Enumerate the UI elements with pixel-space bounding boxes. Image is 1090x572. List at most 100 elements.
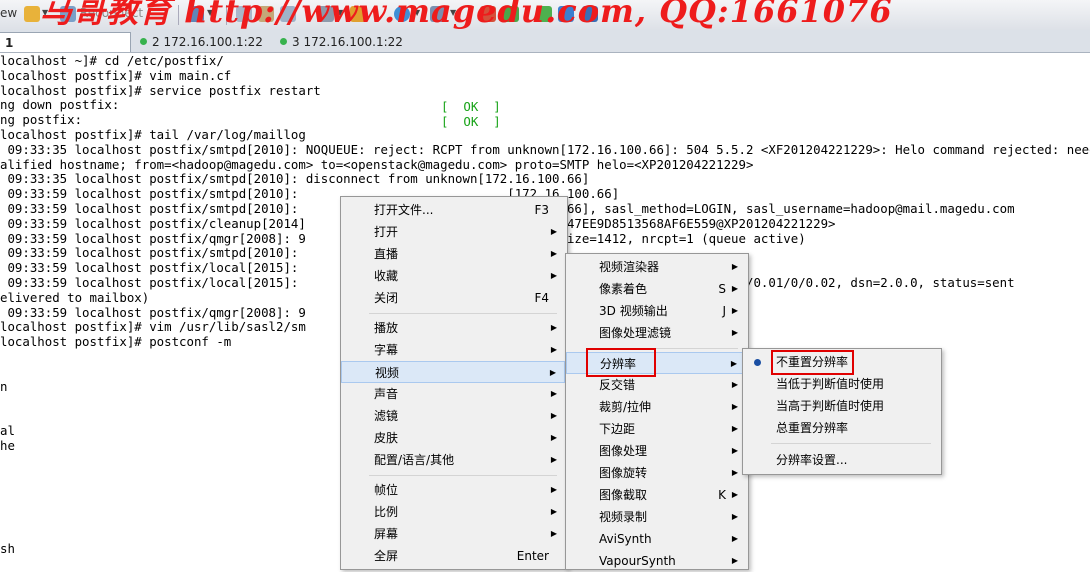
menu1-item[interactable]: 收藏 ▶ (341, 265, 565, 287)
toolbar-divider (226, 5, 227, 25)
menu-item-label: 视频录制 (599, 510, 648, 524)
menu-item-label: AviSynth (599, 532, 652, 546)
session-icon[interactable] (188, 6, 204, 22)
terminal-line: localhost postfix]# vim main.cf (0, 67, 232, 83)
menu-item-label: 比例 (374, 505, 399, 519)
menu2-item[interactable]: 裁剪/拉伸 ▶ (566, 396, 746, 418)
tab-session-3[interactable]: 3 172.16.100.1:22 (274, 32, 412, 52)
menu2-item[interactable]: 像素着色 S ▶ (566, 278, 746, 300)
submenu-arrow-icon: ▶ (731, 490, 738, 499)
shortcut-key: Enter (516, 549, 549, 563)
menu2-item[interactable]: 下边距 ▶ (566, 418, 746, 440)
submenu-arrow-icon: ▶ (731, 380, 738, 389)
menu1-item[interactable]: 声音 ▶ (341, 383, 565, 405)
menu1-item[interactable]: 视频 ▶ (341, 361, 565, 383)
sftp-icon[interactable] (503, 6, 519, 22)
menu1-item[interactable]: 全屏 Enter (341, 545, 565, 567)
submenu-arrow-icon: ▶ (550, 433, 557, 442)
chevron-down-icon[interactable]: ▼ (42, 8, 48, 17)
menu1-item[interactable]: 字幕 ▶ (341, 339, 565, 361)
help-icon[interactable] (582, 6, 598, 22)
menu2-item[interactable]: 视频渲染器 ▶ (566, 256, 746, 278)
shortcut-key: F4 (534, 291, 549, 305)
menu2-item[interactable]: VapourSynth ▶ (566, 550, 746, 572)
ok-status: [ OK ] (441, 114, 501, 129)
menu1-item[interactable]: 屏幕 ▶ (341, 523, 565, 545)
menu2-item[interactable]: 分辨率 ▶ (566, 352, 746, 374)
menu2-item[interactable]: AviSynth ▶ (566, 528, 746, 550)
chevron-down-icon[interactable]: ▼ (450, 8, 456, 17)
shortcut-key: J (722, 304, 726, 318)
tab-session-1[interactable]: 1 172.16.100.1:22× (0, 32, 137, 70)
terminal-line: alified hostname; from=<hadoop@magedu.co… (0, 156, 754, 172)
menu2-item[interactable]: 图像旋转 ▶ (566, 462, 746, 484)
menu-item-label: 图像截取 (599, 488, 648, 502)
menu1-item[interactable]: 直播 ▶ (341, 243, 565, 265)
globe-icon[interactable] (394, 6, 410, 22)
menu-separator (369, 475, 557, 476)
toolbar-divider (178, 5, 179, 25)
menu2-item[interactable]: 反交错 ▶ (566, 374, 746, 396)
menu1-item[interactable]: 滤镜 ▶ (341, 405, 565, 427)
menu3-item[interactable]: 当低于判断值时使用 (743, 373, 939, 395)
font-icon[interactable] (430, 6, 446, 22)
connect-icon[interactable] (60, 6, 76, 22)
menu3-item[interactable]: 分辨率设置... (743, 449, 939, 471)
submenu-arrow-icon: ▶ (550, 345, 557, 354)
menu1-item[interactable]: 比例 ▶ (341, 501, 565, 523)
submenu-arrow-icon: ▶ (550, 529, 557, 538)
menu-item-label: 配置/语言/其他 (374, 453, 455, 467)
terminal-line: 09:33:59 localhost postfix/smtpd[2010]: (0, 245, 299, 261)
menu2-item[interactable]: 图像处理 ▶ (566, 440, 746, 462)
menu2-item[interactable]: 图像截取 K ▶ (566, 484, 746, 506)
settings-icon[interactable] (350, 6, 366, 22)
menu-item-label: 皮肤 (374, 431, 399, 445)
menu-item-label: 收藏 (374, 269, 399, 283)
chevron-down-icon[interactable]: ▼ (337, 8, 343, 17)
menu-item-label: 视频渲染器 (599, 260, 660, 274)
transfer-icon[interactable] (480, 6, 496, 22)
menu2-item[interactable]: 视频录制 ▶ (566, 506, 746, 528)
menu3-item[interactable]: 不重置分辨率 (743, 351, 939, 373)
chevron-down-icon[interactable]: ▼ (372, 8, 378, 17)
menu1-item[interactable]: 帧位 ▶ (341, 479, 565, 501)
submenu-arrow-icon: ▶ (550, 485, 557, 494)
tab-label: 3 172.16.100.1:22 (292, 35, 403, 49)
submenu-arrow-icon: ▶ (550, 507, 557, 516)
menu-item-label: 字幕 (374, 343, 399, 357)
folder-icon[interactable] (24, 6, 40, 22)
chevron-down-icon[interactable]: ▼ (207, 8, 213, 17)
reconnect-button[interactable]: Reconnect (80, 6, 143, 20)
menu1-item[interactable]: 打开文件... F3 (341, 199, 565, 221)
menu1-item[interactable]: 打开 ▶ (341, 221, 565, 243)
menu1-item[interactable]: 播放 ▶ (341, 317, 565, 339)
tab-session-2[interactable]: 2 172.16.100.1:22 (134, 32, 272, 52)
script-icon[interactable] (558, 6, 574, 22)
menu2-item[interactable]: 图像处理滤镜 ▶ (566, 322, 746, 344)
menu3-item[interactable]: 总重置分辨率 (743, 417, 939, 439)
view-menu[interactable]: ew (0, 6, 17, 20)
menu-item-label: 图像旋转 (599, 466, 648, 480)
menu-item-label: 当低于判断值时使用 (776, 377, 885, 391)
menu-item-label: 帧位 (374, 483, 399, 497)
menu2-item[interactable]: 3D 视频输出 J ▶ (566, 300, 746, 322)
submenu-arrow-icon: ▶ (731, 424, 738, 433)
menu3-item[interactable]: 当高于判断值时使用 (743, 395, 939, 417)
chevron-down-icon[interactable]: ▼ (414, 8, 420, 17)
menu1-item[interactable]: 配置/语言/其他 ▶ (341, 449, 565, 471)
terminal-line: localhost postfix]# vim /usr/lib/sasl2/s… (0, 319, 306, 335)
menu-item-label: 不重置分辨率 (776, 355, 849, 369)
copy-icon[interactable] (236, 6, 252, 22)
tab-label: 2 172.16.100.1:22 (152, 35, 263, 49)
paste-icon[interactable] (258, 6, 274, 22)
find-icon[interactable] (280, 6, 296, 22)
terminal-line: ng down postfix: (0, 97, 120, 113)
grid-icon[interactable] (536, 6, 552, 22)
menu1-item[interactable]: 关闭 F4 (341, 287, 565, 309)
tab-bar: 1 172.16.100.1:22× 2 172.16.100.1:22 3 1… (0, 30, 1090, 70)
submenu-arrow-icon: ▶ (550, 249, 557, 258)
menu1-item[interactable]: 皮肤 ▶ (341, 427, 565, 449)
print-icon[interactable] (318, 6, 334, 22)
terminal-line: al (0, 423, 15, 438)
menu-item-label: 直播 (374, 247, 399, 261)
